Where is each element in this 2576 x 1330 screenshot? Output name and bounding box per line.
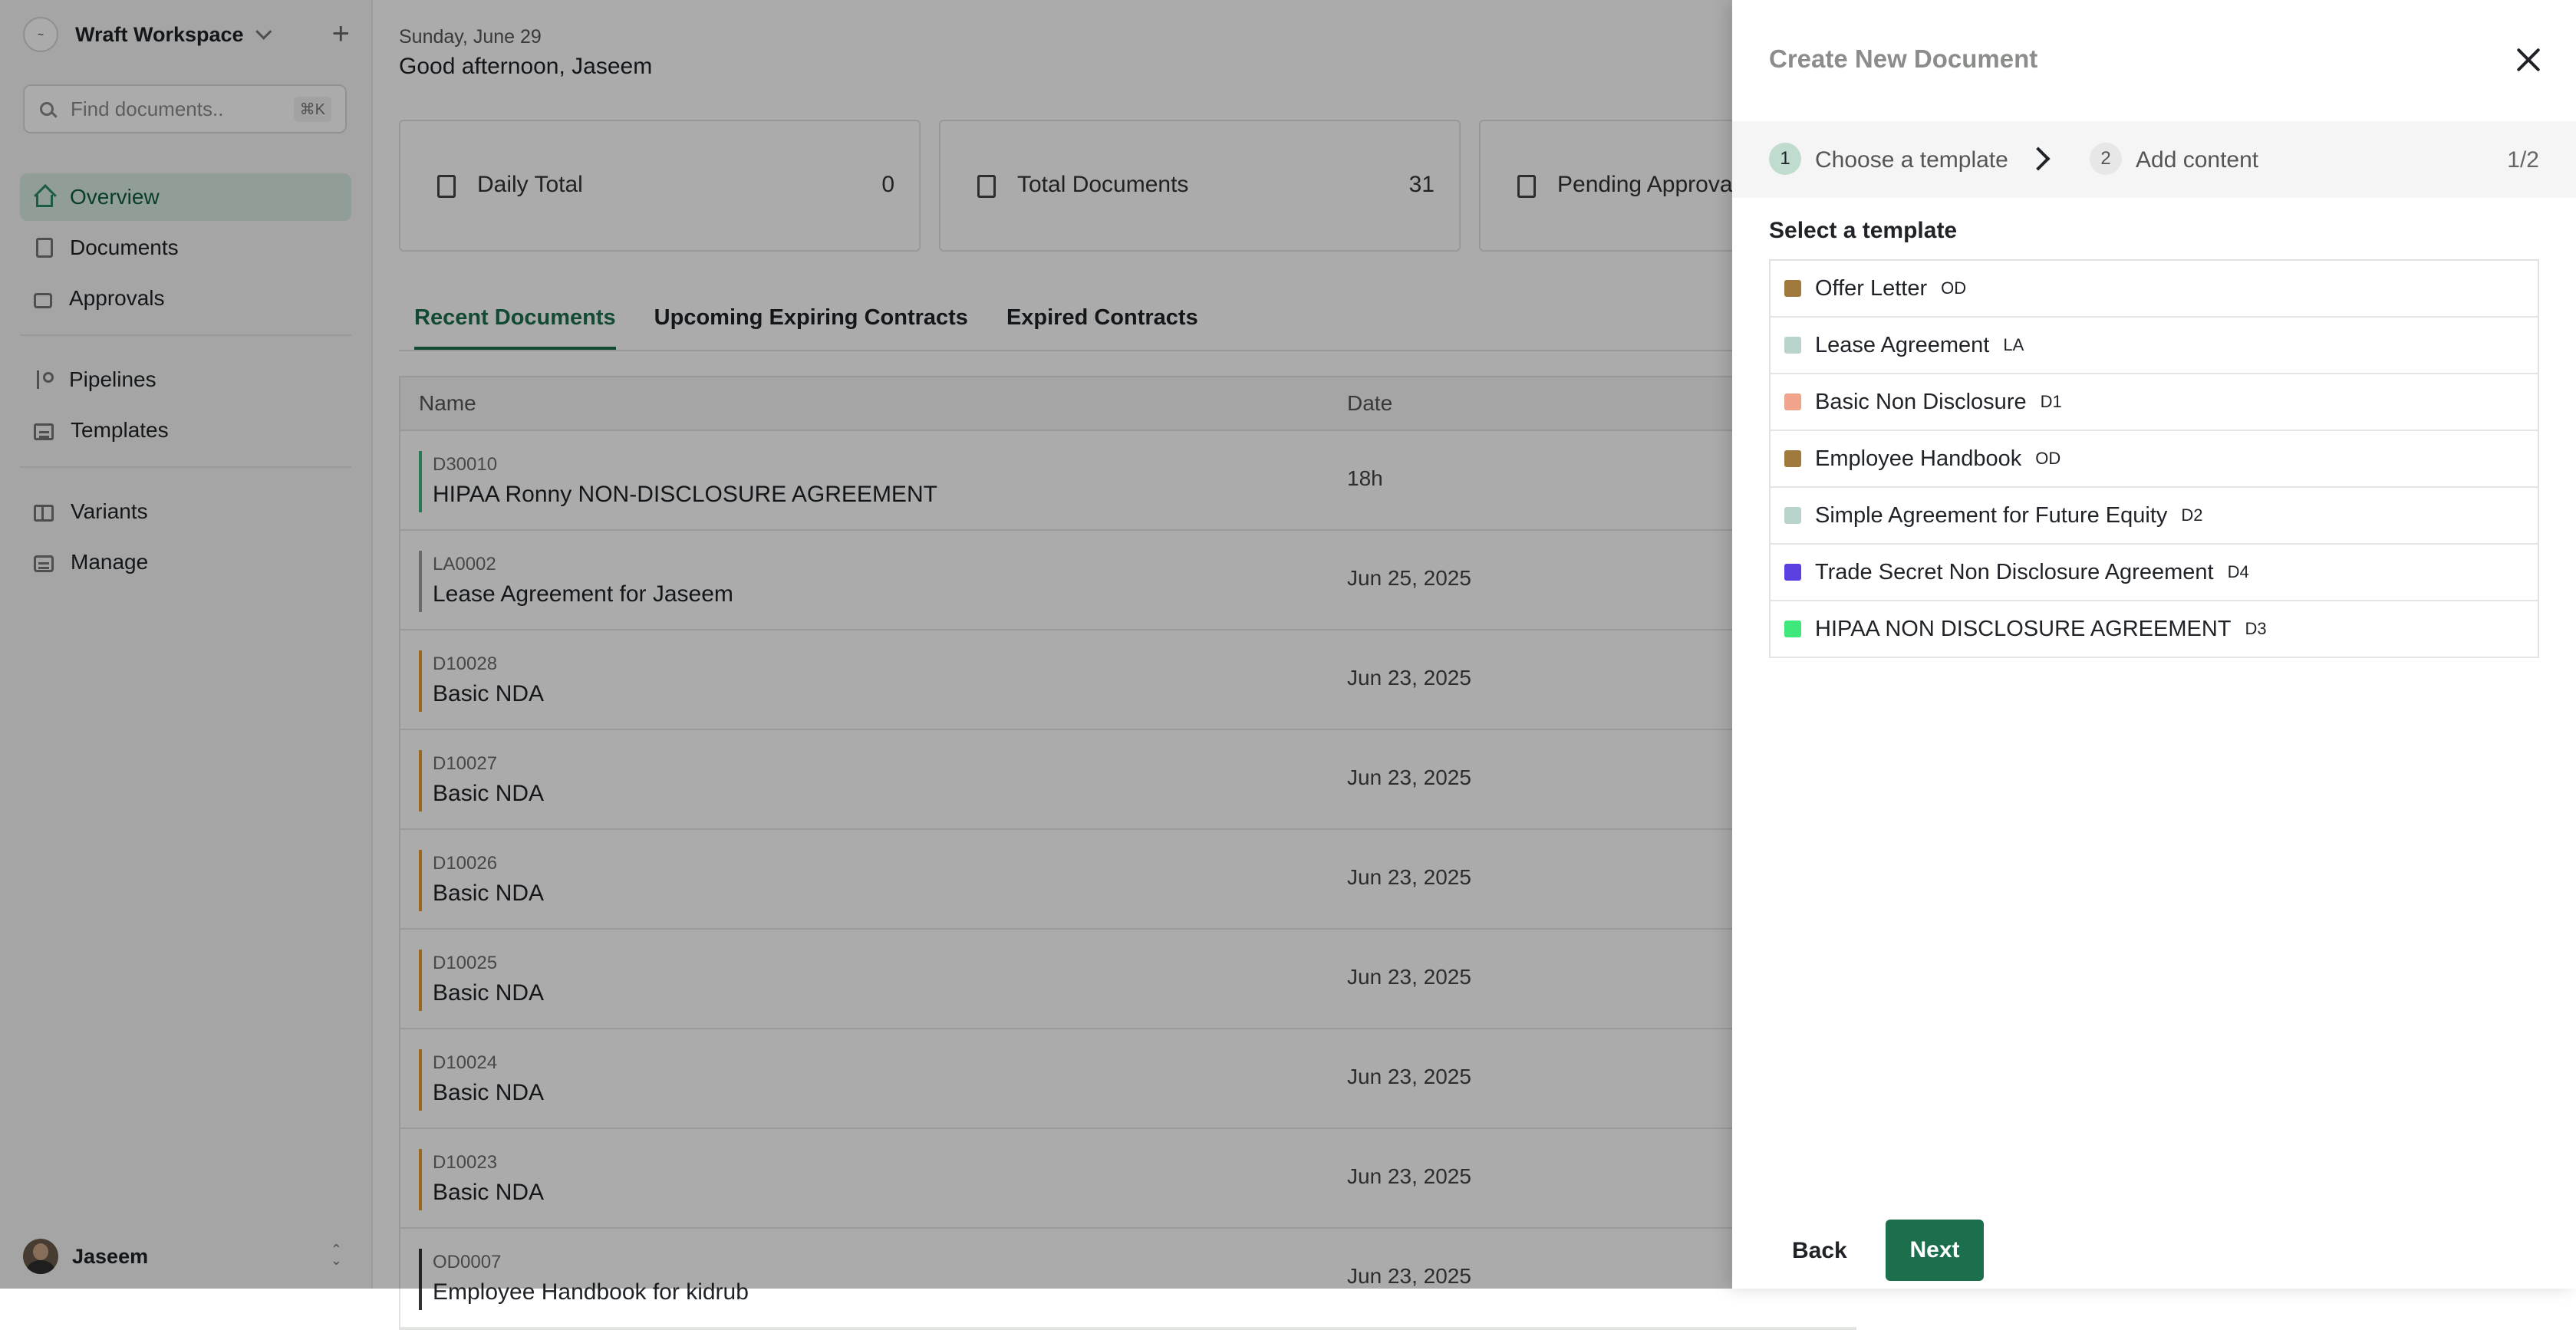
- template-color-swatch: [1784, 280, 1801, 297]
- template-color-swatch: [1784, 450, 1801, 467]
- template-name: Basic Non Disclosure: [1815, 390, 2027, 414]
- template-code-badge: D3: [2245, 619, 2267, 638]
- template-color-swatch: [1784, 621, 1801, 637]
- template-code-badge: OD: [1941, 278, 1967, 298]
- create-document-drawer: Create New Document 1 Choose a template …: [1732, 0, 2576, 1289]
- template-name: Employee Handbook: [1815, 446, 2022, 471]
- template-name-wrap: Simple Agreement for Future Equity D2: [1815, 503, 2203, 528]
- template-code-badge: D4: [2227, 562, 2249, 581]
- template-name-wrap: HIPAA NON DISCLOSURE AGREEMENT D3: [1815, 617, 2267, 642]
- step-number: 1: [1769, 143, 1801, 175]
- template-name-wrap: Basic Non Disclosure D1: [1815, 390, 2062, 415]
- template-color-swatch: [1784, 337, 1801, 354]
- drawer-title: Create New Document: [1769, 44, 2038, 73]
- template-name-wrap: Lease Agreement LA: [1815, 333, 2024, 358]
- template-option[interactable]: Simple Agreement for Future Equity D2: [1771, 488, 2538, 545]
- template-option[interactable]: Basic Non Disclosure D1: [1771, 374, 2538, 431]
- modal-backdrop[interactable]: [0, 0, 1732, 1289]
- template-code-badge: D1: [2040, 392, 2062, 411]
- next-button[interactable]: Next: [1886, 1220, 1984, 1281]
- template-code-badge: LA: [2003, 335, 2024, 354]
- back-button[interactable]: Back: [1792, 1232, 1847, 1270]
- template-name: HIPAA NON DISCLOSURE AGREEMENT: [1815, 617, 2232, 641]
- template-option[interactable]: HIPAA NON DISCLOSURE AGREEMENT D3: [1771, 601, 2538, 658]
- template-name: Trade Secret Non Disclosure Agreement: [1815, 560, 2214, 584]
- stepper: 1 Choose a template 2 Add content 1/2: [1732, 121, 2576, 198]
- template-name: Offer Letter: [1815, 276, 1928, 301]
- close-icon[interactable]: [2513, 44, 2544, 75]
- template-option[interactable]: Offer Letter OD: [1771, 261, 2538, 318]
- step-number: 2: [2090, 143, 2122, 175]
- template-name: Simple Agreement for Future Equity: [1815, 503, 2168, 528]
- template-name: Lease Agreement: [1815, 333, 1990, 357]
- select-template-label: Select a template: [1769, 218, 1958, 243]
- template-color-swatch: [1784, 564, 1801, 581]
- chevron-right-icon: [2026, 146, 2051, 171]
- step-label-add-content: Add content: [2136, 147, 2259, 173]
- template-option[interactable]: Trade Secret Non Disclosure Agreement D4: [1771, 545, 2538, 601]
- template-code-badge: OD: [2035, 449, 2061, 468]
- template-option[interactable]: Lease Agreement LA: [1771, 318, 2538, 374]
- template-code-badge: D2: [2181, 505, 2203, 525]
- template-name-wrap: Trade Secret Non Disclosure Agreement D4: [1815, 560, 2249, 585]
- template-list: Offer Letter OD Lease Agreement LA Basic Non…: [1769, 259, 2539, 658]
- template-name-wrap: Offer Letter OD: [1815, 276, 1966, 301]
- template-name-wrap: Employee Handbook OD: [1815, 446, 2060, 472]
- template-color-swatch: [1784, 507, 1801, 524]
- template-color-swatch: [1784, 393, 1801, 410]
- step-label-choose-template: Choose a template: [1815, 147, 2008, 173]
- template-option[interactable]: Employee Handbook OD: [1771, 431, 2538, 488]
- step-counter: 1/2: [2507, 147, 2539, 173]
